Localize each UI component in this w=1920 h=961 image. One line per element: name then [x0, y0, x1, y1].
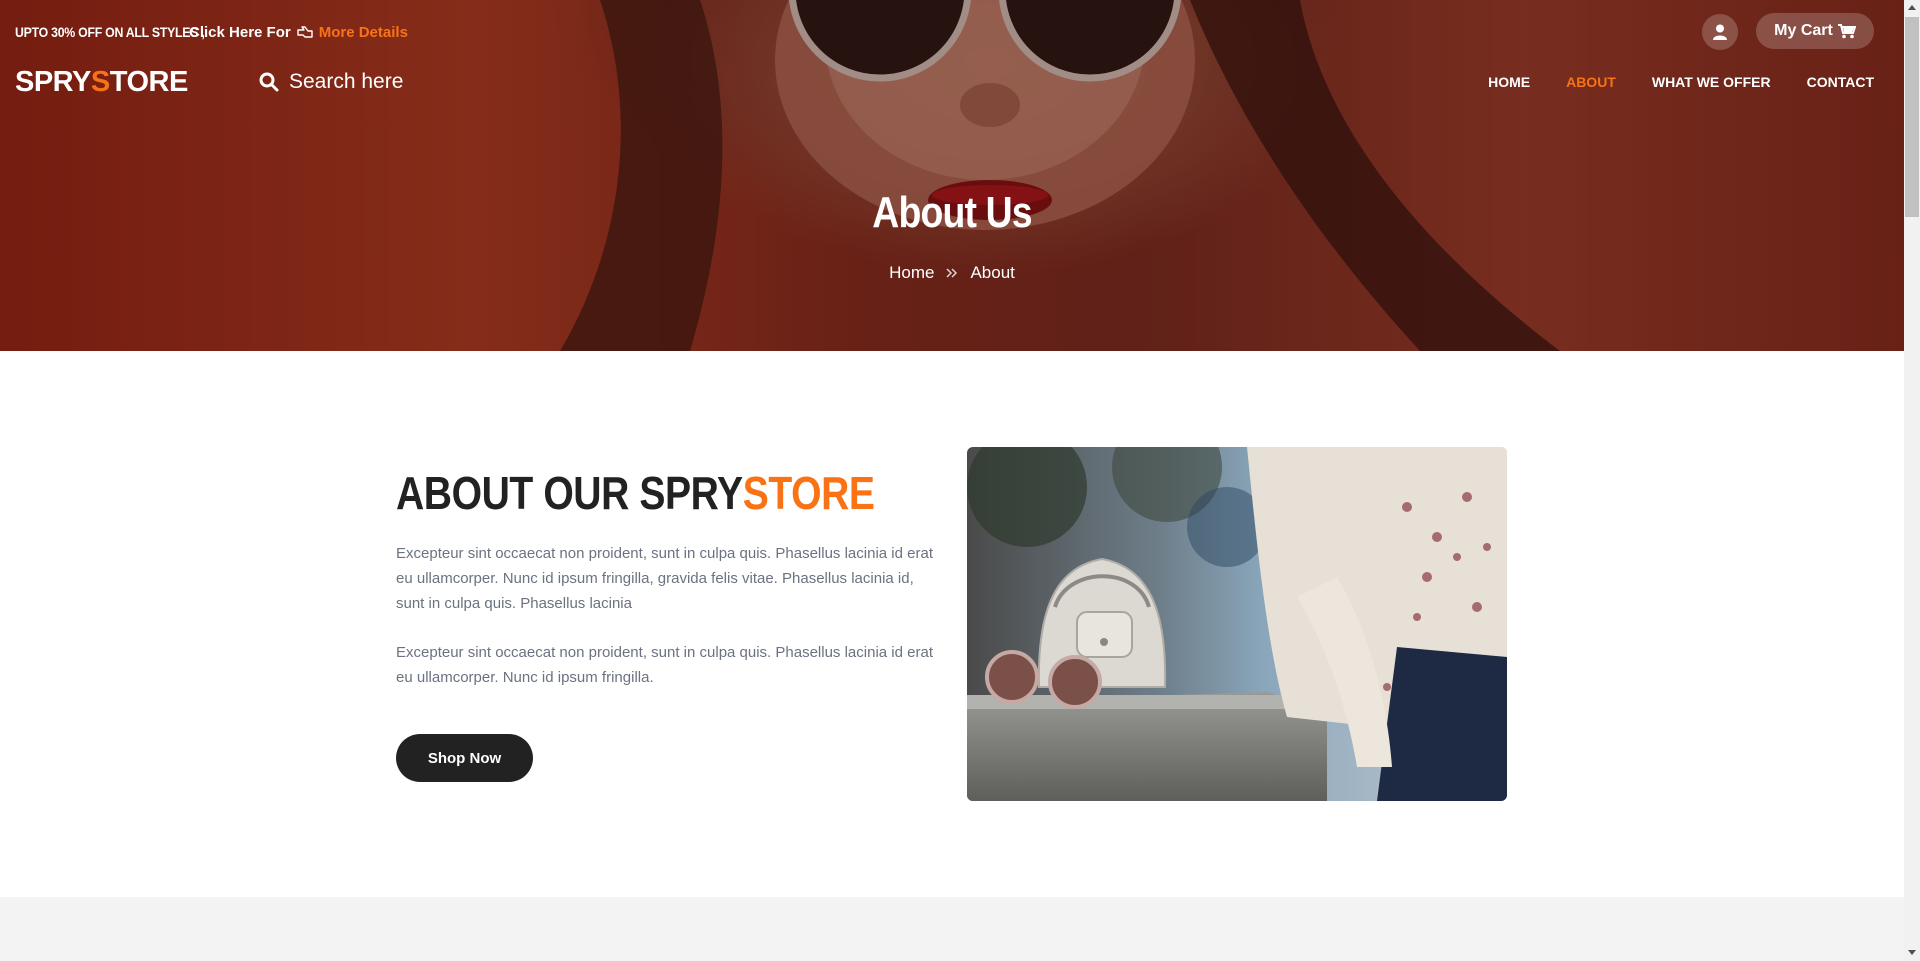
nav-what-we-offer[interactable]: WHAT WE OFFER: [1652, 74, 1771, 90]
user-account-button[interactable]: [1702, 14, 1738, 50]
about-title-main: ABOUT OUR SPRY: [396, 467, 743, 519]
hero-overlay: [0, 0, 1904, 351]
next-section-band: [0, 897, 1904, 961]
hero-banner: [0, 0, 1904, 351]
breadcrumb-current: About: [970, 263, 1015, 282]
logo-text-accent: S: [90, 66, 110, 98]
user-icon: [1713, 24, 1727, 40]
my-cart-button[interactable]: My Cart: [1756, 13, 1874, 49]
page-title: About Us: [872, 188, 1032, 237]
search-box[interactable]: Search here: [259, 70, 403, 94]
nav-contact[interactable]: CONTACT: [1807, 74, 1874, 90]
promo-bar: UPTO 30% OFF ON ALL STYLES , Click Here …: [15, 22, 408, 42]
breadcrumb: Home About: [0, 263, 1904, 283]
about-paragraph-1: Excepteur sint occaecat non proident, su…: [396, 545, 933, 612]
nav-about[interactable]: ABOUT: [1566, 74, 1616, 90]
logo-text-spry: SPRY: [15, 66, 91, 98]
promo-text: Click Here For: [189, 23, 291, 41]
about-title-accent: STORE: [742, 467, 875, 519]
breadcrumb-home[interactable]: Home: [889, 263, 934, 283]
cart-label: My Cart: [1774, 22, 1833, 39]
shop-now-button[interactable]: Shop Now: [396, 734, 533, 782]
search-input[interactable]: Search here: [289, 70, 403, 94]
scrollbar-thumb[interactable]: [1905, 17, 1919, 217]
main-nav: HOME ABOUT WHAT WE OFFER CONTACT: [1488, 74, 1874, 90]
cart-icon: [1837, 23, 1856, 38]
hand-pointer-icon: [297, 26, 313, 38]
search-icon: [259, 72, 279, 92]
about-title: ABOUT OUR SPRYSTORE: [396, 466, 875, 520]
nav-home[interactable]: HOME: [1488, 74, 1530, 90]
about-paragraph-2: Excepteur sint occaecat non proident, su…: [396, 644, 933, 686]
double-chevron-right-icon: [946, 268, 958, 278]
scroll-up-arrow-icon[interactable]: [1908, 5, 1916, 10]
about-image: [967, 447, 1507, 801]
more-details-link[interactable]: More Details: [319, 24, 408, 41]
logo-text-tore: TORE: [109, 66, 189, 98]
handbag-photo: [967, 447, 1507, 801]
site-logo[interactable]: SPRYSTORE: [15, 66, 188, 99]
promo-headline: UPTO 30% OFF ON ALL STYLES ,: [15, 24, 205, 40]
scroll-down-arrow-icon[interactable]: [1908, 950, 1916, 955]
